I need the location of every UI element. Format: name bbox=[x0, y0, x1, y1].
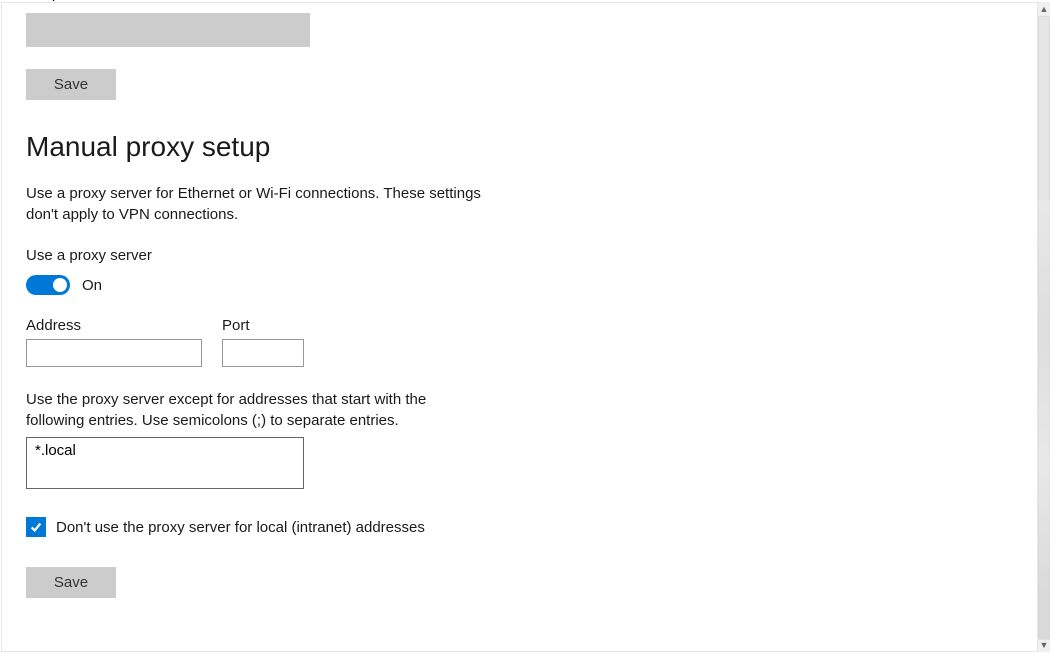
address-input[interactable] bbox=[26, 339, 202, 367]
settings-proxy-page: Script address Save Manual proxy setup U… bbox=[0, 0, 1050, 654]
use-proxy-toggle-state: On bbox=[82, 277, 102, 294]
use-proxy-toggle[interactable] bbox=[26, 275, 70, 295]
manual-proxy-heading: Manual proxy setup bbox=[26, 131, 270, 163]
scroll-down-arrow-icon[interactable]: ▼ bbox=[1038, 638, 1050, 652]
port-input[interactable] bbox=[222, 339, 304, 367]
bypass-local-checkbox[interactable] bbox=[26, 517, 46, 537]
use-proxy-toggle-row: On bbox=[26, 275, 102, 295]
toggle-knob bbox=[53, 278, 67, 292]
scroll-up-arrow-icon[interactable]: ▲ bbox=[1038, 2, 1050, 16]
automatic-save-button[interactable]: Save bbox=[26, 69, 116, 100]
background-window-sliver bbox=[1038, 200, 1050, 640]
exceptions-description: Use the proxy server except for addresse… bbox=[26, 389, 446, 431]
script-address-input[interactable] bbox=[26, 13, 310, 47]
port-label: Port bbox=[222, 317, 250, 334]
address-label: Address bbox=[26, 317, 81, 334]
use-proxy-label: Use a proxy server bbox=[26, 247, 152, 264]
manual-proxy-description: Use a proxy server for Ethernet or Wi-Fi… bbox=[26, 183, 486, 225]
settings-panel: Script address Save Manual proxy setup U… bbox=[1, 2, 1038, 652]
bypass-local-label: Don't use the proxy server for local (in… bbox=[56, 519, 425, 536]
check-icon bbox=[29, 520, 43, 534]
script-address-label: Script address bbox=[26, 0, 122, 2]
exceptions-input[interactable] bbox=[26, 437, 304, 489]
manual-save-button[interactable]: Save bbox=[26, 567, 116, 598]
bypass-local-row: Don't use the proxy server for local (in… bbox=[26, 517, 425, 537]
